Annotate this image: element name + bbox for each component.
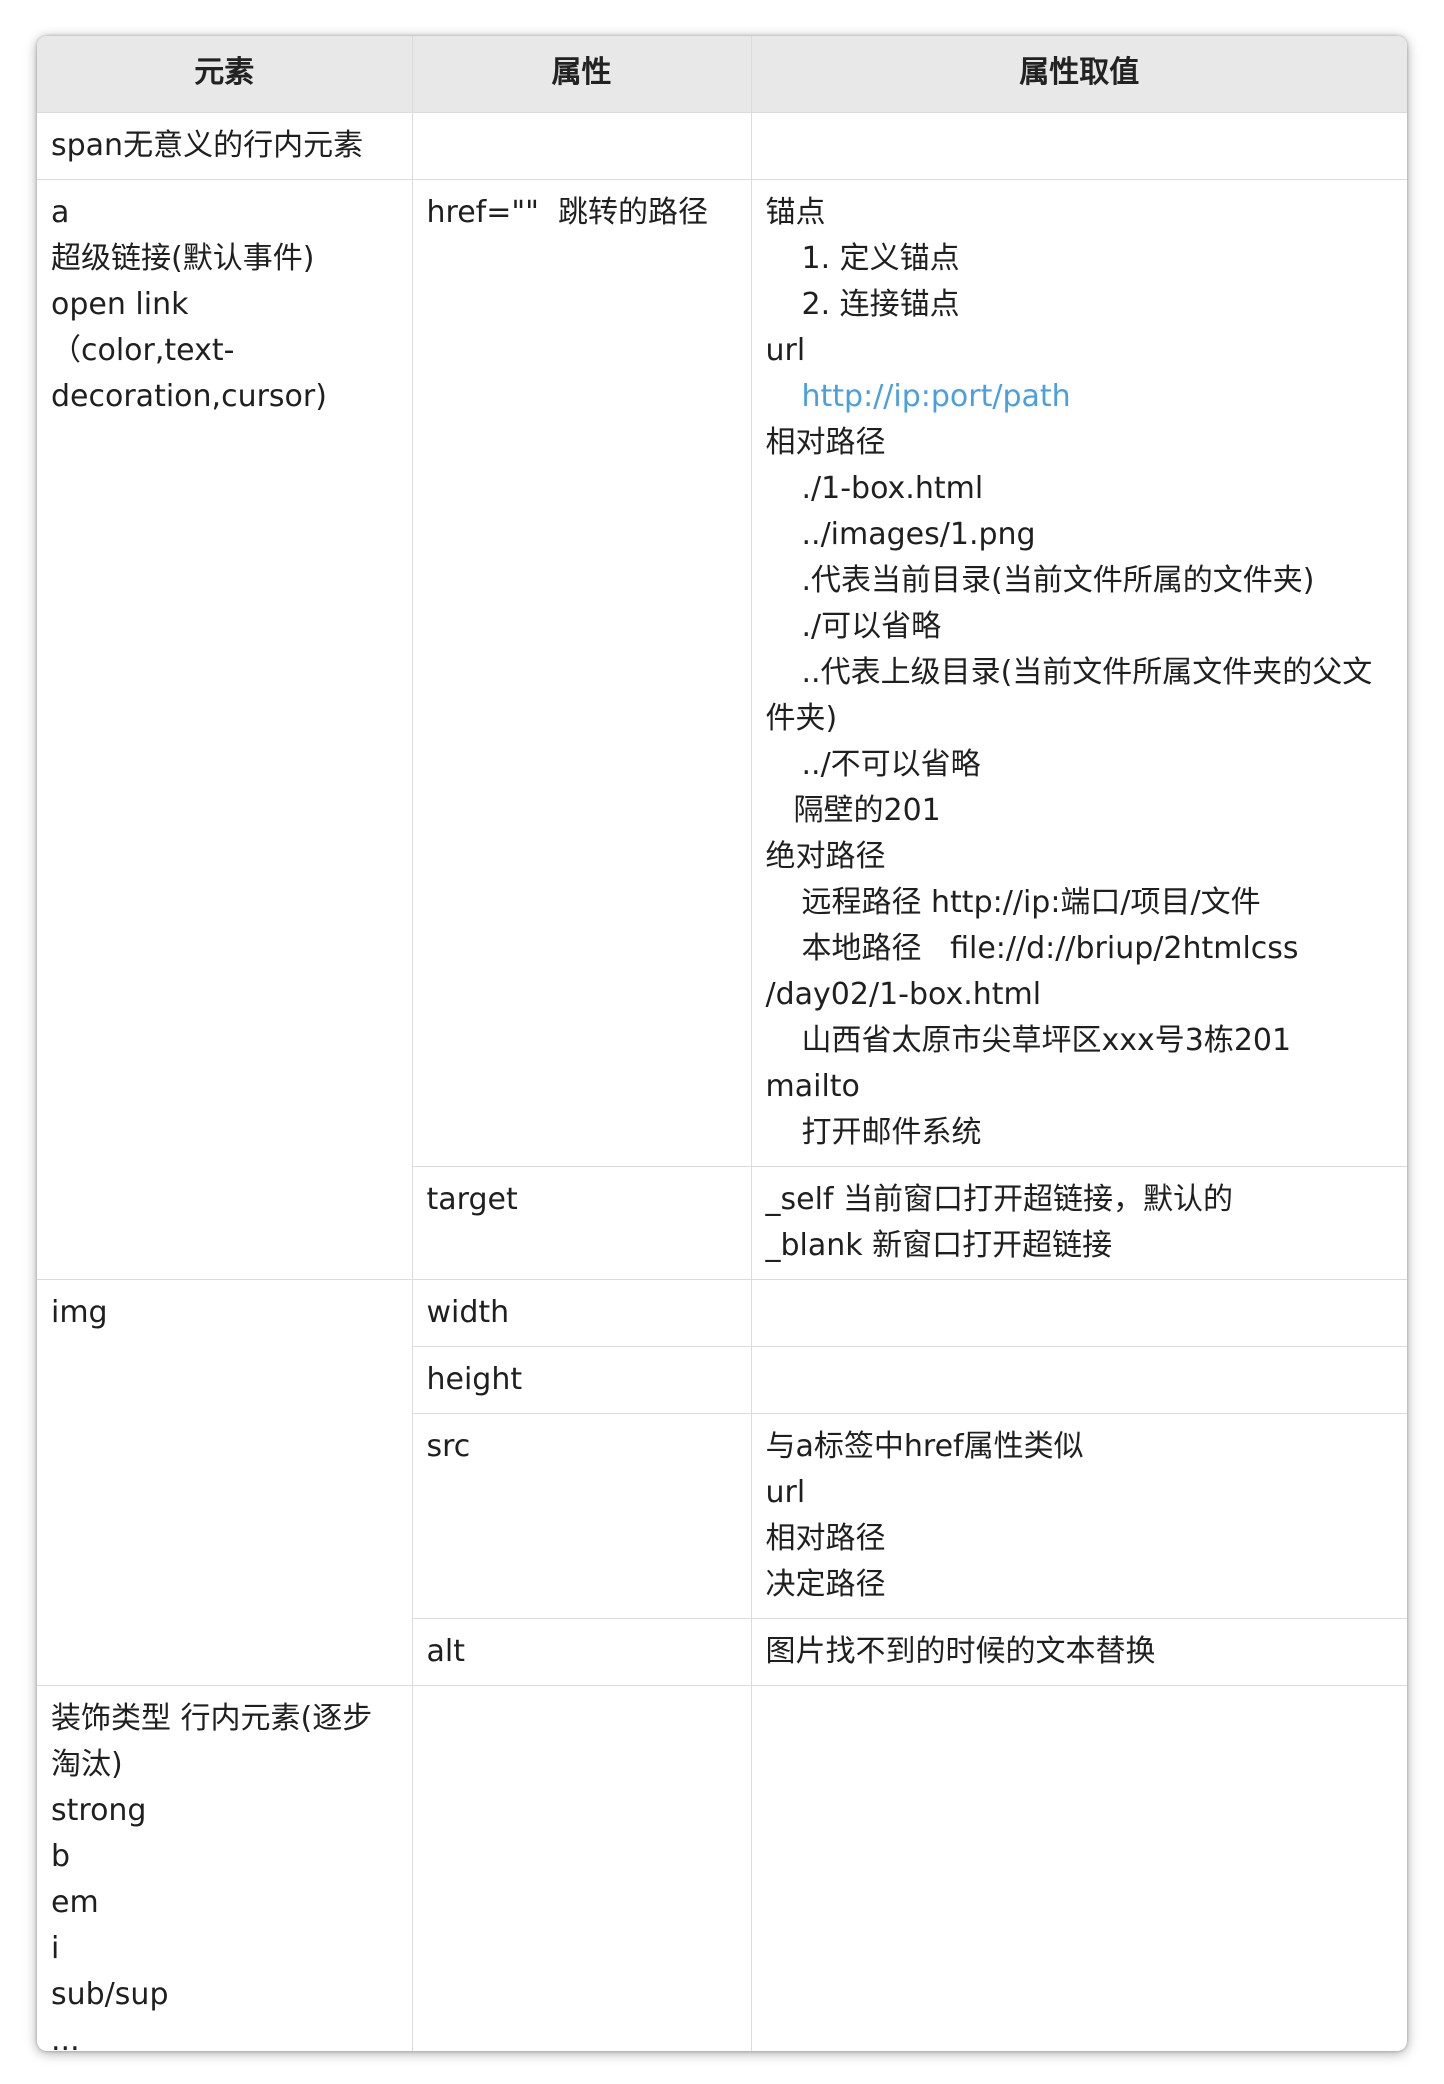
cell-element-a: a 超级链接(默认事件) open link （color,text- deco… bbox=[37, 179, 413, 1280]
url-example-link[interactable]: http://ip:port/path bbox=[766, 374, 1402, 420]
element-line: strong bbox=[51, 1793, 147, 1828]
cell-attr-width: width bbox=[411, 1279, 752, 1347]
value-line: 本地路径 file://d://briup/2htmlcss /day02/1-… bbox=[765, 931, 1309, 1012]
element-line: 超级链接(默认事件) bbox=[51, 241, 315, 276]
value-line: 打开邮件系统 bbox=[801, 1115, 982, 1150]
element-line: ... bbox=[51, 2023, 80, 2051]
element-line: b bbox=[51, 1839, 71, 1874]
element-line: a bbox=[51, 195, 70, 230]
element-line: （color,text- bbox=[51, 333, 235, 368]
value-line: 相对路径 bbox=[765, 1521, 886, 1556]
value-line: mailto bbox=[765, 1069, 860, 1104]
html-elements-table: 元素 属性 属性取值 span无意义的行内元素 a 超级链接(默认事件) ope… bbox=[37, 36, 1407, 2051]
value-line: 1. 定义锚点 bbox=[801, 241, 960, 276]
value-line: .代表当前目录(当前文件所属的文件夹) bbox=[801, 563, 1315, 598]
value-line: url bbox=[765, 333, 806, 368]
value-line: 相对路径 bbox=[765, 425, 886, 460]
cell-attr-empty bbox=[411, 112, 752, 180]
header-element: 元素 bbox=[37, 36, 413, 113]
header-attribute: 属性 bbox=[411, 36, 752, 113]
table-row: img width bbox=[37, 1279, 1407, 1686]
value-line: url bbox=[765, 1475, 806, 1510]
cell-value-empty bbox=[750, 1685, 1407, 2051]
value-line: 隔壁的201 bbox=[793, 793, 941, 828]
cell-element-img: img bbox=[37, 1279, 413, 1686]
cell-attr-target: target bbox=[411, 1166, 752, 1280]
cell-value-href: 锚点 1. 定义锚点 2. 连接锚点 url http://ip:port/pa… bbox=[750, 179, 1407, 1167]
value-line: 绝对路径 bbox=[765, 839, 886, 874]
attr-href: href="" 跳转的路径 bbox=[426, 195, 709, 230]
value-line: 2. 连接锚点 bbox=[801, 287, 960, 322]
header-attribute-value: 属性取值 bbox=[750, 36, 1407, 113]
value-line: 山西省太原市尖草坪区xxx号3栋201 bbox=[801, 1023, 1292, 1058]
cell-element-span: span无意义的行内元素 bbox=[37, 112, 413, 180]
element-line: open link bbox=[51, 287, 189, 322]
value-line: 与a标签中href属性类似 bbox=[765, 1429, 1084, 1464]
cell-attr-href: href="" 跳转的路径 bbox=[411, 179, 752, 1167]
cell-value-empty bbox=[750, 1279, 1407, 1347]
value-line: _blank 新窗口打开超链接 bbox=[765, 1228, 1113, 1263]
table-card: 元素 属性 属性取值 span无意义的行内元素 a 超级链接(默认事件) ope… bbox=[37, 36, 1407, 2051]
table-row: span无意义的行内元素 bbox=[37, 112, 1407, 180]
element-line: i bbox=[51, 1931, 60, 1966]
value-line: _self 当前窗口打开超链接，默认的 bbox=[765, 1182, 1234, 1217]
value-line: ../不可以省略 bbox=[801, 747, 981, 782]
table-header-row: 元素 属性 属性取值 bbox=[37, 36, 1407, 113]
cell-element-decor: 装饰类型 行内元素(逐步淘汰) strong b em i sub/sup ..… bbox=[37, 1685, 413, 2051]
cell-value-alt: 图片找不到的时候的文本替换 bbox=[750, 1618, 1407, 1686]
element-line: 装饰类型 行内元素(逐步淘汰) bbox=[51, 1701, 373, 1782]
value-line: ..代表上级目录(当前文件所属文件夹的父文件夹) bbox=[765, 655, 1373, 736]
element-line: sub/sup bbox=[51, 1977, 169, 2012]
element-line: em bbox=[51, 1885, 99, 1920]
cell-attr-alt: alt bbox=[411, 1618, 752, 1686]
value-line: 决定路径 bbox=[765, 1567, 886, 1602]
cell-attr-empty bbox=[411, 1685, 752, 2051]
cell-value-target: _self 当前窗口打开超链接，默认的 _blank 新窗口打开超链接 bbox=[750, 1166, 1407, 1280]
value-line: ./1-box.html bbox=[801, 471, 984, 506]
cell-attr-height: height bbox=[411, 1346, 752, 1414]
element-line: decoration,cursor) bbox=[51, 379, 327, 414]
cell-attr-src: src bbox=[411, 1413, 752, 1619]
table-row: 装饰类型 行内元素(逐步淘汰) strong b em i sub/sup ..… bbox=[37, 1685, 1407, 2051]
cell-value-empty bbox=[750, 112, 1407, 180]
value-line: ./可以省略 bbox=[801, 609, 942, 644]
value-line: ../images/1.png bbox=[801, 517, 1036, 552]
value-line: 锚点 bbox=[765, 195, 826, 230]
value-line: 远程路径 http://ip:端口/项目/文件 bbox=[801, 885, 1261, 920]
cell-value-src: 与a标签中href属性类似 url 相对路径 决定路径 bbox=[750, 1413, 1407, 1619]
table-row: a 超级链接(默认事件) open link （color,text- deco… bbox=[37, 179, 1407, 1280]
cell-value-empty bbox=[750, 1346, 1407, 1414]
